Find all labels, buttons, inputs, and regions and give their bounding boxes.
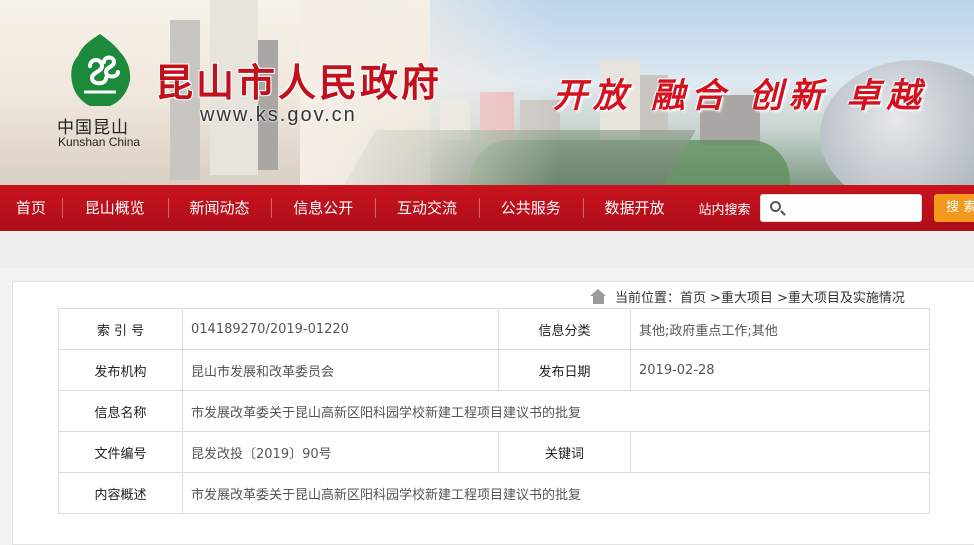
info-metadata-table: 索 引 号 014189270/2019-01220 信息分类 其他;政府重点工… (58, 308, 930, 514)
breadcrumb: 当前位置： 首页 >重大项目 >重大项目及实施情况 (590, 287, 905, 306)
keywords-label: 关键词 (498, 431, 631, 473)
site-search-box (760, 194, 923, 222)
category-label: 信息分类 (498, 308, 631, 350)
date-value: 2019-02-28 (630, 349, 930, 391)
table-row: 内容概述 市发展改革委关于昆山高新区阳科园学校新建工程项目建议书的批复 (58, 472, 930, 514)
nav-item-open-data[interactable]: 数据开放 (582, 185, 687, 231)
site-title: 昆山市人民政府 (155, 60, 443, 105)
index-label: 索 引 号 (58, 308, 183, 350)
home-icon (590, 289, 607, 304)
table-row: 文件编号 昆发改投〔2019〕90号 关键词 (58, 431, 930, 473)
table-row: 索 引 号 014189270/2019-01220 信息分类 其他;政府重点工… (58, 308, 930, 350)
date-label: 发布日期 (498, 349, 631, 391)
table-row: 发布机构 昆山市发展和改革委员会 发布日期 2019-02-28 (58, 349, 930, 391)
breadcrumb-project-status-link[interactable]: >重大项目及实施情况 (777, 287, 905, 306)
summary-value: 市发展改革委关于昆山高新区阳科园学校新建工程项目建议书的批复 (182, 472, 930, 514)
name-value: 市发展改革委关于昆山高新区阳科园学校新建工程项目建议书的批复 (182, 390, 930, 432)
name-label: 信息名称 (58, 390, 183, 432)
breadcrumb-major-projects-link[interactable]: >重大项目 (710, 287, 773, 306)
kunshan-logo-icon (71, 34, 131, 106)
category-value: 其他;政府重点工作;其他 (630, 308, 930, 350)
site-url: www.ks.gov.cn (200, 104, 357, 126)
table-row: 信息名称 市发展改革委关于昆山高新区阳科园学校新建工程项目建议书的批复 (58, 390, 930, 432)
summary-label: 内容概述 (58, 472, 183, 514)
nav-item-news[interactable]: 新闻动态 (167, 185, 272, 231)
doc-number-label: 文件编号 (58, 431, 183, 473)
search-icon (770, 201, 782, 212)
main-nav: 首页 昆山概览 新闻动态 信息公开 互动交流 公共服务 数据开放 站内搜索 搜 … (0, 185, 974, 231)
logo-english-text: Kunshan China (58, 135, 141, 149)
publisher-value: 昆山市发展和改革委员会 (182, 349, 499, 391)
nav-item-home[interactable]: 首页 (0, 185, 62, 231)
nav-item-public-services[interactable]: 公共服务 (478, 185, 583, 231)
publisher-label: 发布机构 (58, 349, 183, 391)
search-button[interactable]: 搜 索 (934, 194, 974, 222)
nav-item-info-disclosure[interactable]: 信息公开 (271, 185, 375, 231)
site-slogan: 开放 融合 创新 卓越 (553, 76, 927, 116)
index-value: 014189270/2019-01220 (182, 308, 499, 350)
nav-spacer (0, 231, 974, 268)
header-banner: 中国昆山 Kunshan China 昆山市人民政府 www.ks.gov.cn… (0, 0, 974, 185)
nav-item-interaction[interactable]: 互动交流 (375, 185, 479, 231)
breadcrumb-home-link[interactable]: 首页 (680, 287, 706, 306)
site-search-input[interactable] (761, 195, 922, 221)
keywords-value (630, 431, 930, 473)
doc-number-value: 昆发改投〔2019〕90号 (182, 431, 499, 473)
breadcrumb-prefix: 当前位置： (615, 291, 681, 306)
nav-item-overview[interactable]: 昆山概览 (61, 185, 168, 231)
site-search-label: 站内搜索 (698, 202, 751, 218)
